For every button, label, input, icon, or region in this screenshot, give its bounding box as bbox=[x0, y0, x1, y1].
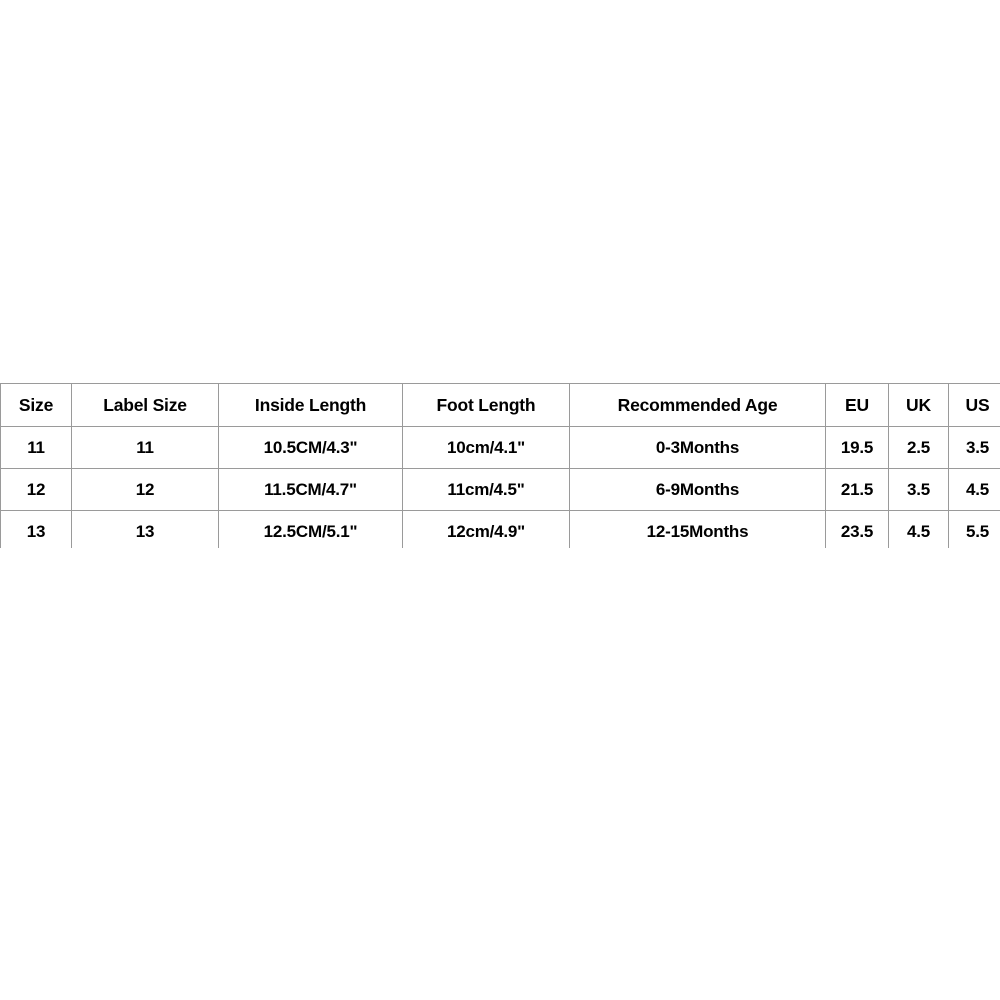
cell-recommended-age: 6-9Months bbox=[569, 468, 826, 511]
cell-size: 13 bbox=[0, 510, 72, 548]
cell-inside-length: 11.5CM/4.7" bbox=[218, 468, 403, 511]
cell-uk: 3.5 bbox=[888, 468, 949, 511]
column-header-eu: EU bbox=[825, 383, 889, 427]
cell-eu: 21.5 bbox=[825, 468, 889, 511]
cell-size: 12 bbox=[0, 468, 72, 511]
cell-inside-length: 12.5CM/5.1" bbox=[218, 510, 403, 548]
cell-label-size: 12 bbox=[71, 468, 219, 511]
cell-foot-length: 12cm/4.9" bbox=[402, 510, 570, 548]
cell-uk: 2.5 bbox=[888, 426, 949, 469]
column-header-recommended-age: Recommended Age bbox=[569, 383, 826, 427]
cell-eu: 19.5 bbox=[825, 426, 889, 469]
cell-label-size: 13 bbox=[71, 510, 219, 548]
column-header-size: Size bbox=[0, 383, 72, 427]
table-row: 11 11 10.5CM/4.3" 10cm/4.1" 0-3Months 19… bbox=[0, 426, 1000, 469]
column-header-uk: UK bbox=[888, 383, 949, 427]
column-header-us: US bbox=[948, 383, 1000, 427]
cell-size: 11 bbox=[0, 426, 72, 469]
cell-eu: 23.5 bbox=[825, 510, 889, 548]
table-row: 12 12 11.5CM/4.7" 11cm/4.5" 6-9Months 21… bbox=[0, 468, 1000, 511]
cell-inside-length: 10.5CM/4.3" bbox=[218, 426, 403, 469]
size-chart-table: Size Label Size Inside Length Foot Lengt… bbox=[0, 383, 1000, 548]
cell-foot-length: 10cm/4.1" bbox=[402, 426, 570, 469]
size-chart-container: Size Label Size Inside Length Foot Lengt… bbox=[0, 383, 1000, 548]
cell-foot-length: 11cm/4.5" bbox=[402, 468, 570, 511]
column-header-inside-length: Inside Length bbox=[218, 383, 403, 427]
cell-us: 4.5 bbox=[948, 468, 1000, 511]
table-header: Size Label Size Inside Length Foot Lengt… bbox=[0, 383, 1000, 427]
cell-label-size: 11 bbox=[71, 426, 219, 469]
table-row: 13 13 12.5CM/5.1" 12cm/4.9" 12-15Months … bbox=[0, 510, 1000, 548]
cell-recommended-age: 0-3Months bbox=[569, 426, 826, 469]
cell-recommended-age: 12-15Months bbox=[569, 510, 826, 548]
cell-us: 5.5 bbox=[948, 510, 1000, 548]
cell-us: 3.5 bbox=[948, 426, 1000, 469]
table-body: 11 11 10.5CM/4.3" 10cm/4.1" 0-3Months 19… bbox=[0, 426, 1000, 548]
table-header-row: Size Label Size Inside Length Foot Lengt… bbox=[0, 383, 1000, 427]
column-header-foot-length: Foot Length bbox=[402, 383, 570, 427]
cell-uk: 4.5 bbox=[888, 510, 949, 548]
column-header-label-size: Label Size bbox=[71, 383, 219, 427]
